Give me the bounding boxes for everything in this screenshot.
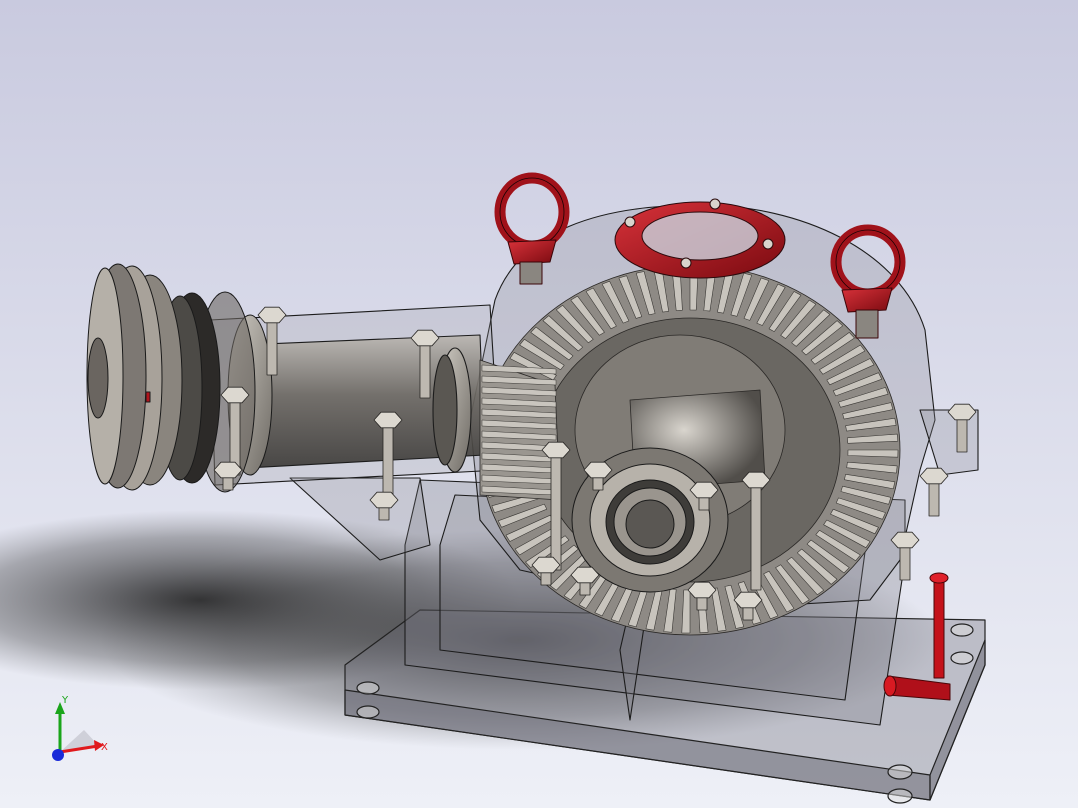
model-canvas[interactable]: Y X	[0, 0, 1078, 808]
v-belt-pulley	[86, 263, 183, 491]
bevel-pinion	[479, 359, 561, 501]
y-axis-label: Y	[61, 695, 69, 706]
x-axis-label: X	[101, 742, 108, 753]
graphics-viewport[interactable]: Y X	[0, 0, 1078, 808]
z-axis-dot	[52, 749, 64, 761]
